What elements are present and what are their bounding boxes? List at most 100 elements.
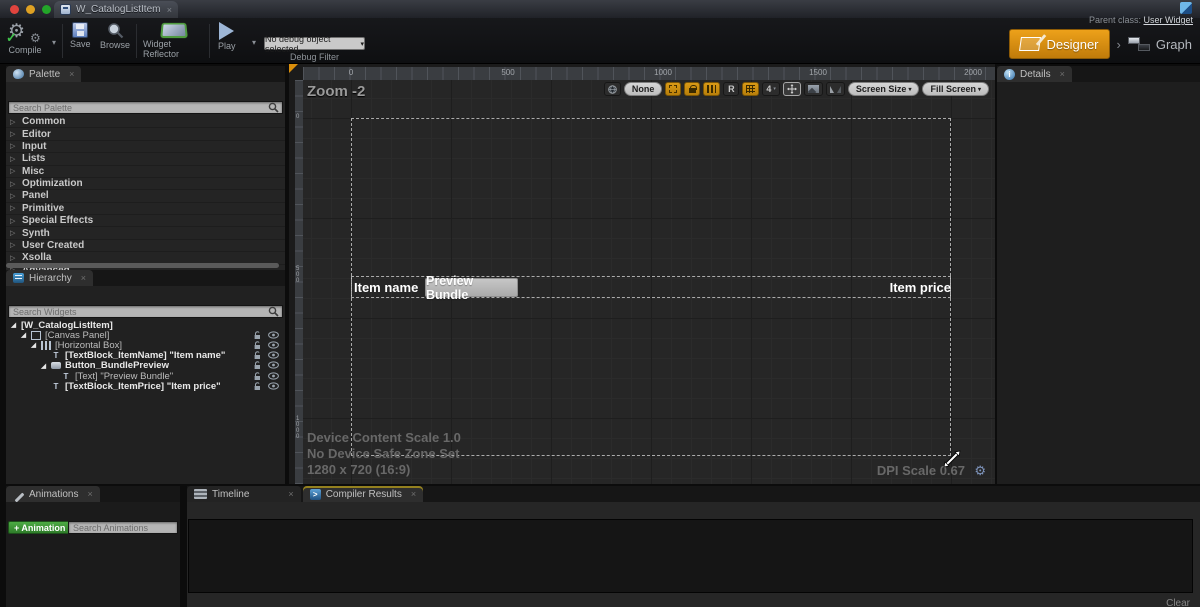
- visibility-eye-icon[interactable]: [268, 331, 279, 340]
- widget-tree-row[interactable]: ◢[Canvas Panel]: [6, 330, 285, 340]
- respect-locks-button[interactable]: R: [723, 82, 739, 96]
- expander-icon[interactable]: ◢: [30, 341, 37, 349]
- tab-animations[interactable]: Animations ×: [6, 486, 100, 502]
- widget-tree-row[interactable]: T[Text] "Preview Bundle": [6, 371, 285, 381]
- window-maximize-button[interactable]: [42, 5, 51, 14]
- widget-reflector-button[interactable]: Widget Reflector: [143, 22, 205, 59]
- expander-icon[interactable]: ▷: [10, 229, 17, 237]
- preview-bundle-button[interactable]: Preview Bundle: [425, 278, 518, 297]
- design-canvas[interactable]: Zoom -2 Item name Preview Bundle Item pr…: [303, 80, 995, 484]
- grid-snap-size-dropdown[interactable]: 4 ▾: [762, 82, 780, 96]
- palette-category-row[interactable]: ▷Editor: [6, 128, 285, 140]
- browse-button[interactable]: Browse: [100, 22, 130, 50]
- item-name-textblock[interactable]: Item name: [354, 280, 418, 295]
- tab-details[interactable]: i Details ×: [997, 66, 1072, 82]
- dpi-settings-gear-icon[interactable]: ⚙: [974, 463, 986, 479]
- lock-icon[interactable]: [253, 382, 262, 391]
- visibility-eye-icon[interactable]: [268, 341, 279, 350]
- visibility-eye-icon[interactable]: [268, 351, 279, 360]
- expander-icon[interactable]: ▷: [10, 217, 17, 225]
- palette-scrollbar[interactable]: [6, 263, 279, 268]
- expander-icon[interactable]: ▷: [10, 155, 17, 163]
- fill-rules-button[interactable]: [703, 82, 720, 96]
- palette-category-row[interactable]: ▷Misc: [6, 166, 285, 178]
- visibility-eye-icon[interactable]: [268, 372, 279, 381]
- expander-icon[interactable]: ◢: [10, 321, 17, 329]
- tab-palette[interactable]: Palette ×: [6, 66, 81, 82]
- window-minimize-button[interactable]: [26, 5, 35, 14]
- compile-options-caret[interactable]: ▾: [52, 38, 56, 47]
- expander-icon[interactable]: ▷: [10, 118, 17, 126]
- toggle-outlines-button[interactable]: [665, 82, 681, 96]
- visibility-eye-icon[interactable]: [268, 382, 279, 391]
- debug-object-dropdown[interactable]: No debug object selected ▾: [264, 37, 365, 50]
- item-price-textblock[interactable]: Item price: [890, 280, 951, 295]
- save-button[interactable]: Save: [70, 22, 91, 49]
- animations-tab-close-icon[interactable]: ×: [87, 489, 92, 499]
- expander-icon[interactable]: ▷: [10, 241, 17, 249]
- tab-hierarchy[interactable]: Hierarchy ×: [6, 270, 93, 286]
- hierarchy-tab-close-icon[interactable]: ×: [81, 273, 86, 283]
- palette-category-row[interactable]: ▷Common: [6, 116, 285, 128]
- lock-icon[interactable]: [253, 361, 262, 370]
- lock-icon[interactable]: [253, 351, 262, 360]
- play-options-caret[interactable]: ▾: [252, 38, 256, 47]
- palette-category-row[interactable]: ▷Primitive: [6, 203, 285, 215]
- palette-tab-close-icon[interactable]: ×: [69, 69, 74, 79]
- asset-tab-close-icon[interactable]: ×: [167, 5, 172, 15]
- expander-icon[interactable]: ◢: [40, 362, 47, 370]
- expander-icon[interactable]: ▷: [10, 254, 17, 262]
- palette-category-row[interactable]: ▷Optimization: [6, 178, 285, 190]
- widget-tree-row[interactable]: ◢[W_CatalogListItem]: [6, 320, 285, 330]
- lock-icon[interactable]: [253, 331, 262, 340]
- lock-icon[interactable]: [253, 372, 262, 381]
- transform-mode-button[interactable]: [783, 82, 801, 96]
- expander-icon[interactable]: ◢: [20, 331, 27, 339]
- palette-category-row[interactable]: ▷User Created: [6, 240, 285, 252]
- clear-log-button[interactable]: Clear: [1166, 598, 1190, 607]
- widget-tree-row[interactable]: ◢[Horizontal Box]: [6, 340, 285, 350]
- mirror-preview-button[interactable]: [826, 82, 845, 96]
- palette-category-row[interactable]: ▷Panel: [6, 190, 285, 202]
- parent-class-link[interactable]: User Widget: [1143, 15, 1193, 25]
- expander-icon[interactable]: ▷: [10, 142, 17, 150]
- compiler-tab-close-icon[interactable]: ×: [411, 489, 416, 499]
- lock-icon[interactable]: [253, 341, 262, 350]
- lock-widgets-button[interactable]: [684, 82, 700, 96]
- widget-tree-row[interactable]: T[TextBlock_ItemName] "Item name": [6, 351, 285, 361]
- expander-icon[interactable]: ▷: [10, 130, 17, 138]
- fill-screen-dropdown[interactable]: Fill Screen ▾: [922, 82, 989, 96]
- resize-handle-icon[interactable]: [943, 450, 961, 468]
- palette-category-row[interactable]: ▷Special Effects: [6, 215, 285, 227]
- asset-tab[interactable]: W_CatalogListItem ×: [54, 1, 178, 18]
- designer-mode-button[interactable]: Designer: [1009, 29, 1109, 59]
- timeline-tab-close-icon[interactable]: ×: [288, 489, 293, 499]
- expander-icon[interactable]: ▷: [10, 180, 17, 188]
- window-close-button[interactable]: [10, 5, 19, 14]
- compiler-output-log[interactable]: [188, 519, 1193, 593]
- tab-compiler-results[interactable]: > Compiler Results ×: [303, 486, 423, 502]
- widget-tree-row[interactable]: T[TextBlock_ItemPrice] "Item price": [6, 381, 285, 391]
- flow-direction-dropdown[interactable]: None: [624, 82, 663, 96]
- hierarchy-search-input[interactable]: [9, 306, 268, 317]
- window-menu-icon[interactable]: [1180, 2, 1192, 14]
- expander-icon[interactable]: ▷: [10, 204, 17, 212]
- preview-background-button[interactable]: [804, 82, 823, 96]
- play-button[interactable]: Play: [218, 22, 236, 51]
- add-animation-button[interactable]: + Animation: [8, 521, 71, 534]
- screen-size-dropdown[interactable]: Screen Size ▾: [848, 82, 920, 96]
- details-tab-close-icon[interactable]: ×: [1060, 69, 1065, 79]
- expander-icon[interactable]: ▷: [10, 167, 17, 175]
- visibility-eye-icon[interactable]: [268, 361, 279, 370]
- palette-category-row[interactable]: ▷Synth: [6, 227, 285, 239]
- widget-tree-row[interactable]: ◢Button_BundlePreview: [6, 361, 285, 371]
- expander-icon[interactable]: ▷: [10, 192, 17, 200]
- tab-timeline[interactable]: Timeline ×: [187, 486, 301, 502]
- palette-search-input[interactable]: [9, 102, 268, 113]
- palette-category-row[interactable]: ▷Input: [6, 141, 285, 153]
- palette-category-row[interactable]: ▷Lists: [6, 153, 285, 165]
- localization-preview-button[interactable]: [604, 82, 621, 96]
- graph-mode-button[interactable]: Graph: [1128, 37, 1192, 52]
- animations-search-input[interactable]: [69, 522, 194, 533]
- compile-button[interactable]: ⚙ ⚙ ✓ Compile: [8, 22, 42, 55]
